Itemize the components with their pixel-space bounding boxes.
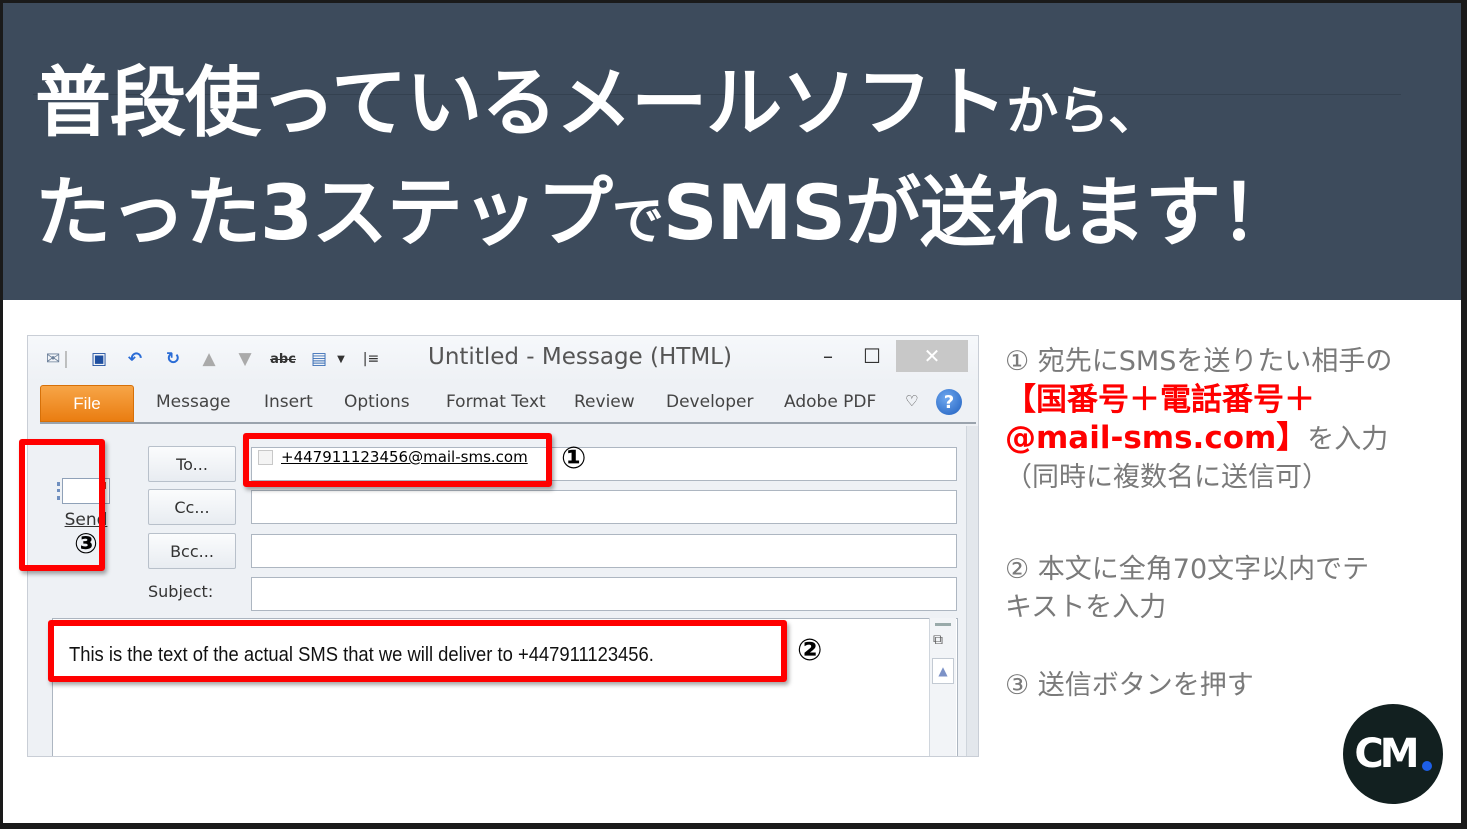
step-2-line-1: ② 本文に全角70文字以内でテ xyxy=(1005,554,1370,585)
bcc-button[interactable]: Bcc... xyxy=(148,533,236,569)
ruler-toggle[interactable] xyxy=(935,623,951,626)
maximize-button[interactable]: ☐ xyxy=(854,340,890,372)
tab-insert[interactable]: Insert xyxy=(264,392,313,412)
highlight-send-button xyxy=(19,439,105,571)
step-1-line-1: ① 宛先にSMSを送りたい相手の xyxy=(1005,346,1393,377)
tab-developer[interactable]: Developer xyxy=(666,392,753,412)
title-line-2: たった3ステップでSMSが送れます！ xyxy=(35,168,1296,267)
tab-review[interactable]: Review xyxy=(574,392,635,412)
spelling-icon[interactable]: abc xyxy=(270,348,296,370)
cm-logo-dot xyxy=(1421,761,1432,771)
step-2-line-2: キストを入力 xyxy=(1005,592,1167,623)
redo-icon[interactable]: ↻ xyxy=(162,348,184,370)
cm-logo-text: CM xyxy=(1354,731,1419,777)
ribbon-tabs: File Message Insert Options Format Text … xyxy=(28,382,978,422)
slide: 普段使っているメールソフトから、 たった3ステップでSMSが送れます！ ✉ | … xyxy=(3,3,1461,823)
instruction-step-2: ② 本文に全角70文字以内でテ キストを入力 xyxy=(1005,551,1369,627)
instruction-step-1: ① 宛先にSMSを送りたい相手の 【国番号＋電話番号＋ @mail-sms.co… xyxy=(1005,343,1392,497)
next-item-icon[interactable]: ▼ xyxy=(234,348,256,370)
ribbon-collapse-icon[interactable]: ♡ xyxy=(905,392,918,410)
save-icon[interactable]: ▣ xyxy=(88,348,110,370)
previous-item-icon[interactable]: ▲ xyxy=(198,348,220,370)
help-icon[interactable]: ? xyxy=(936,389,962,415)
cm-logo: CM xyxy=(1343,704,1443,804)
subject-field[interactable] xyxy=(251,577,957,611)
highlight-body-text xyxy=(48,620,787,682)
side-pane xyxy=(966,426,978,756)
bcc-field[interactable] xyxy=(251,534,957,568)
title-line-2-a: たった3ステップ xyxy=(35,168,613,257)
tab-options[interactable]: Options xyxy=(344,392,410,412)
instruction-step-3: ③ 送信ボタンを押す xyxy=(1005,667,1254,705)
minimize-button[interactable]: – xyxy=(810,340,846,372)
title-line-1-main: 普段使っているメールソフト xyxy=(35,58,1007,147)
step-1-marker: ① xyxy=(561,441,587,476)
ribbon-divider xyxy=(40,422,976,424)
title-line-2-b: SMSが送れます！ xyxy=(662,168,1296,257)
cc-button[interactable]: Cc... xyxy=(148,489,236,525)
format-icon[interactable]: ▤ xyxy=(308,348,330,370)
scroll-up-arrow-icon[interactable]: ▲ xyxy=(932,658,954,684)
quick-access-toolbar: ✉ | ▣ ↶ ↻ ▲ ▼ abc ▤ ▼ |≡ Untitled - Mess… xyxy=(28,336,978,382)
title-banner: 普段使っているメールソフトから、 たった3ステップでSMSが送れます！ xyxy=(3,3,1461,300)
view-ruler-icon[interactable]: ⧉ xyxy=(933,632,943,648)
dropdown-icon[interactable]: ▼ xyxy=(330,348,352,370)
send-receive-icon[interactable]: ✉ xyxy=(42,348,64,370)
title-line-2-small: で xyxy=(611,192,664,252)
customize-qat-icon[interactable]: |≡ xyxy=(360,348,382,370)
subject-label: Subject: xyxy=(148,582,214,601)
to-button[interactable]: To... xyxy=(148,446,236,482)
toolbar-separator: | xyxy=(63,349,69,369)
title-line-1: 普段使っているメールソフトから、 xyxy=(35,58,1160,157)
step-1-emphasis-1: 【国番号＋電話番号＋ xyxy=(1005,382,1315,418)
step-1-note: （同時に複数名に送信可） xyxy=(1005,462,1329,493)
step-1-emphasis-2: @mail-sms.com】 xyxy=(1005,420,1308,456)
close-button[interactable]: ✕ xyxy=(896,340,968,372)
step-3-line: ③ 送信ボタンを押す xyxy=(1005,670,1254,701)
cc-field[interactable] xyxy=(251,490,957,524)
tab-message[interactable]: Message xyxy=(156,392,231,412)
tab-format-text[interactable]: Format Text xyxy=(446,392,546,412)
step-2-marker: ② xyxy=(797,633,823,668)
outlook-compose-window: ✉ | ▣ ↶ ↻ ▲ ▼ abc ▤ ▼ |≡ Untitled - Mess… xyxy=(27,335,979,757)
highlight-to-address xyxy=(243,433,552,487)
step-1-line-3: を入力 xyxy=(1307,424,1389,455)
tab-adobe-pdf[interactable]: Adobe PDF xyxy=(784,392,876,412)
title-line-1-small: から、 xyxy=(1006,82,1160,142)
window-title: Untitled - Message (HTML) xyxy=(428,344,732,370)
tab-file[interactable]: File xyxy=(40,385,134,422)
undo-icon[interactable]: ↶ xyxy=(124,348,146,370)
body-scrollbar[interactable]: ⧉ ▲ xyxy=(929,618,956,756)
